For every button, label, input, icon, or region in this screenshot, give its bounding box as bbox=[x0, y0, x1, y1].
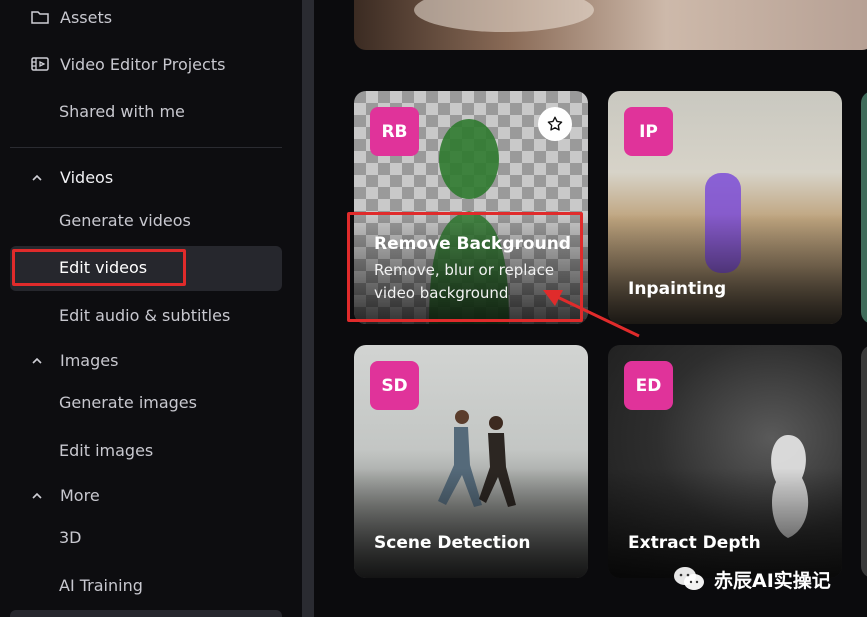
sidebar-item-generate-images[interactable]: Generate images bbox=[59, 393, 197, 412]
tool-card-scene-detection[interactable]: SD Scene Detection bbox=[354, 345, 588, 578]
watermark-text: 赤辰AI实操记 bbox=[714, 569, 831, 592]
star-icon bbox=[547, 116, 563, 131]
sidebar-divider bbox=[10, 147, 282, 148]
card-shade bbox=[354, 468, 588, 578]
banner-image[interactable] bbox=[354, 0, 867, 50]
sidebar-item-generate-videos[interactable]: Generate videos bbox=[59, 211, 191, 230]
chevron-up-icon bbox=[32, 357, 42, 364]
tool-card-partial[interactable] bbox=[861, 91, 867, 324]
section-title: Videos bbox=[60, 168, 114, 187]
sidebar-item-shared-with-me[interactable]: Shared with me bbox=[59, 102, 185, 121]
card-title: Scene Detection bbox=[374, 533, 531, 553]
watermark: 赤辰AI实操记 bbox=[672, 564, 831, 594]
section-title: More bbox=[60, 486, 100, 505]
card-badge: ED bbox=[624, 361, 673, 410]
folder-icon bbox=[31, 11, 49, 24]
sidebar-item-assets[interactable]: Assets bbox=[30, 7, 112, 27]
sidebar-item-partial[interactable] bbox=[10, 610, 282, 617]
card-shade bbox=[608, 468, 842, 578]
sidebar-item-edit-images[interactable]: Edit images bbox=[59, 441, 153, 460]
tool-card-partial[interactable] bbox=[861, 345, 867, 578]
card-badge: IP bbox=[624, 107, 673, 156]
video-editor-icon bbox=[31, 57, 49, 71]
sidebar-item-label: Generate videos bbox=[59, 211, 191, 230]
sidebar-scrollbar[interactable] bbox=[302, 0, 314, 617]
card-title: Extract Depth bbox=[628, 533, 761, 553]
section-title: Images bbox=[60, 351, 119, 370]
main-content: RB Remove Background Remove, blur or rep… bbox=[314, 0, 867, 617]
sidebar-item-3d[interactable]: 3D bbox=[59, 528, 82, 547]
section-images-toggle[interactable]: Images bbox=[30, 351, 118, 370]
sidebar-item-ai-training[interactable]: AI Training bbox=[59, 576, 143, 595]
sidebar-item-label: Generate images bbox=[59, 393, 197, 412]
sidebar-item-label: AI Training bbox=[59, 576, 143, 595]
card-badge: RB bbox=[370, 107, 419, 156]
sidebar-item-label: Video Editor Projects bbox=[60, 54, 226, 74]
card-badge: SD bbox=[370, 361, 419, 410]
wechat-icon bbox=[674, 567, 704, 590]
sidebar-item-video-editor-projects[interactable]: Video Editor Projects bbox=[30, 54, 225, 74]
tool-card-extract-depth[interactable]: ED Extract Depth bbox=[608, 345, 842, 578]
section-videos-toggle[interactable]: Videos bbox=[30, 168, 113, 187]
sidebar-item-label: Assets bbox=[60, 7, 113, 27]
favorite-button[interactable] bbox=[538, 107, 572, 141]
sidebar-item-label: Edit images bbox=[59, 441, 154, 460]
section-more-toggle[interactable]: More bbox=[30, 486, 100, 505]
sidebar-item-label: 3D bbox=[59, 528, 82, 547]
sidebar-item-edit-audio-subtitles[interactable]: Edit audio & subtitles bbox=[59, 306, 230, 325]
chevron-up-icon bbox=[32, 492, 42, 499]
annotation-arrow bbox=[543, 290, 640, 338]
sidebar-item-label: Edit audio & subtitles bbox=[59, 306, 231, 325]
highlight-box-edit-videos bbox=[12, 249, 186, 286]
sidebar-item-label: Shared with me bbox=[59, 102, 185, 121]
sidebar: Assets Video Editor Projects Shared with… bbox=[0, 0, 302, 617]
chevron-up-icon bbox=[32, 174, 42, 181]
